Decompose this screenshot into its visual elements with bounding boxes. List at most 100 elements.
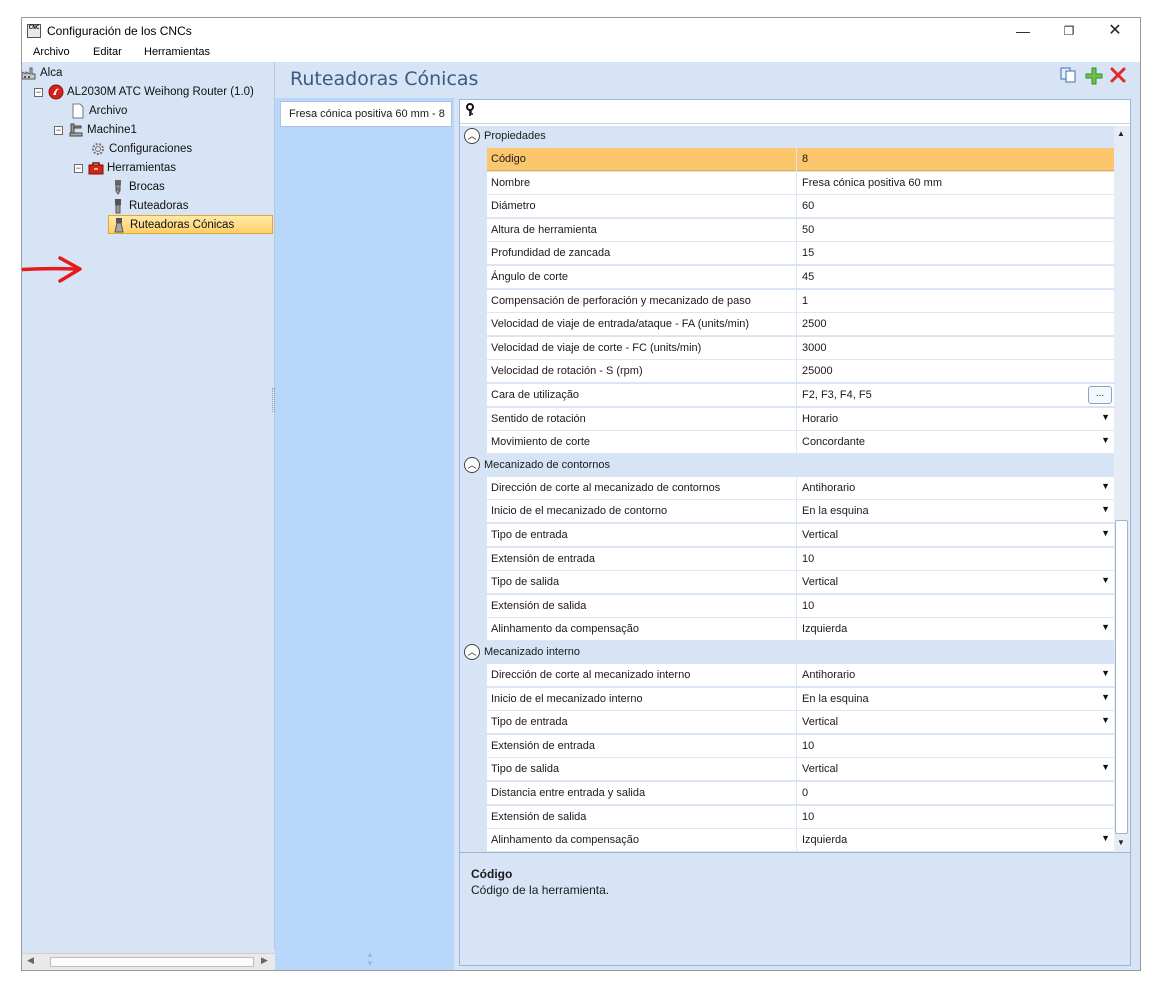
search-input[interactable] xyxy=(480,103,1120,120)
property-value[interactable]: Izquierda xyxy=(802,623,847,635)
property-value[interactable]: Antihorario xyxy=(802,482,855,494)
property-value[interactable]: 10 xyxy=(802,600,814,612)
property-value[interactable]: Concordante xyxy=(802,436,865,448)
dropdown-arrow-icon[interactable]: ▼ xyxy=(1101,622,1110,632)
property-value[interactable]: 1 xyxy=(802,295,808,307)
scroll-right-arrow-icon[interactable]: ▶ xyxy=(261,955,268,966)
property-row[interactable]: Tipo de entrada Vertical ▼ xyxy=(487,524,1114,547)
delete-button[interactable] xyxy=(1108,67,1128,87)
property-value[interactable]: 10 xyxy=(802,811,814,823)
property-row[interactable]: Extensión de salida 10 xyxy=(487,594,1114,618)
property-row[interactable]: Velocidad de viaje de corte - FC (units/… xyxy=(487,336,1114,360)
list-item[interactable]: Fresa cónica positiva 60 mm - 8 xyxy=(280,101,452,127)
property-row[interactable]: Tipo de salida Vertical ▼ xyxy=(487,571,1114,595)
property-value[interactable]: 15 xyxy=(802,247,814,259)
property-row[interactable]: Profundidad de zancada 15 xyxy=(487,242,1114,266)
dropdown-arrow-icon[interactable]: ▼ xyxy=(1101,504,1110,514)
property-value[interactable]: 3000 xyxy=(802,342,826,354)
property-row[interactable]: Código 8 xyxy=(487,148,1114,171)
scroll-thumb[interactable] xyxy=(50,957,254,967)
property-value[interactable]: En la esquina xyxy=(802,505,869,517)
dropdown-arrow-icon[interactable]: ▼ xyxy=(1101,575,1110,585)
maximize-button[interactable]: ❐ xyxy=(1046,18,1092,44)
property-value[interactable]: F2, F3, F4, F5 xyxy=(802,389,872,401)
property-row[interactable]: Inicio de el mecanizado interno En la esq… xyxy=(487,687,1114,711)
property-row[interactable]: Sentido de rotación Horario ▼ xyxy=(487,407,1114,431)
property-row[interactable]: Alinhamento da compensação Izquierda ▼ xyxy=(487,829,1114,853)
grid-vertical-scrollbar[interactable]: ▲ ▼ xyxy=(1114,126,1130,852)
property-value[interactable]: Vertical xyxy=(802,576,838,588)
property-value[interactable]: 50 xyxy=(802,224,814,236)
tree-node-archivo[interactable]: Archivo xyxy=(70,102,127,120)
property-value[interactable]: 10 xyxy=(802,553,814,565)
dropdown-arrow-icon[interactable]: ▼ xyxy=(1101,715,1110,725)
property-row[interactable]: Tipo de entrada Vertical ▼ xyxy=(487,711,1114,735)
dropdown-arrow-icon[interactable]: ▼ xyxy=(1101,668,1110,678)
property-value[interactable]: Vertical xyxy=(802,716,838,728)
property-row[interactable]: Cara de utilização F2, F3, F4, F5... xyxy=(487,384,1114,407)
scroll-up-arrow-icon[interactable]: ▲ xyxy=(1117,129,1125,138)
property-row[interactable]: Extensión de entrada 10 xyxy=(487,734,1114,758)
property-value[interactable]: 2500 xyxy=(802,318,826,330)
property-value[interactable]: 60 xyxy=(802,200,814,212)
collapse-toggle[interactable]: − xyxy=(54,125,63,135)
property-row[interactable]: Ángulo de corte 45 xyxy=(487,266,1114,289)
tree-node-machine-config[interactable]: − AL2030M ATC Weihong Router (1.0) xyxy=(34,83,254,101)
property-value[interactable]: 8 xyxy=(802,153,808,165)
menu-archivo[interactable]: Archivo xyxy=(33,46,70,58)
tree-node-ruteadoras[interactable]: Ruteadoras xyxy=(110,197,188,215)
property-row[interactable]: Inicio de el mecanizado de contorno En la… xyxy=(487,500,1114,524)
property-row[interactable]: Dirección de corte al mecanizado interno… xyxy=(487,664,1114,687)
property-row[interactable]: Velocidad de viaje de entrada/ataque - F… xyxy=(487,313,1114,337)
property-value[interactable]: 0 xyxy=(802,787,808,799)
property-row[interactable]: Altura de herramienta 50 xyxy=(487,218,1114,242)
property-row[interactable]: Nombre Fresa cónica positiva 60 mm xyxy=(487,171,1114,195)
property-value[interactable]: Horario xyxy=(802,413,838,425)
property-row[interactable]: Diámetro 60 xyxy=(487,195,1114,219)
tree-node-machine[interactable]: − Machine1 xyxy=(54,121,137,139)
scroll-thumb[interactable] xyxy=(1115,520,1128,834)
dropdown-arrow-icon[interactable]: ▼ xyxy=(1101,412,1110,422)
tree-node-brocas[interactable]: Brocas xyxy=(110,178,165,196)
property-row[interactable]: Velocidad de rotación - S (rpm) 25000 xyxy=(487,360,1114,384)
property-value[interactable]: Izquierda xyxy=(802,834,847,846)
tree-horizontal-scrollbar[interactable]: ◀ ▶ xyxy=(22,953,275,970)
ellipsis-button[interactable]: ... xyxy=(1088,386,1112,404)
dropdown-arrow-icon[interactable]: ▼ xyxy=(1101,833,1110,843)
dropdown-arrow-icon[interactable]: ▼ xyxy=(1101,692,1110,702)
property-value[interactable]: 25000 xyxy=(802,365,833,377)
property-row[interactable]: Compensación de perforación y mecanizado… xyxy=(487,289,1114,313)
menu-editar[interactable]: Editar xyxy=(93,46,122,58)
property-row[interactable]: Alinhamento da compensação Izquierda ▼ xyxy=(487,618,1114,642)
collapse-toggle[interactable]: − xyxy=(34,87,43,97)
minimize-button[interactable]: — xyxy=(1000,18,1046,44)
property-row[interactable]: Extensión de salida 10 xyxy=(487,805,1114,829)
dropdown-arrow-icon[interactable]: ▼ xyxy=(1101,481,1110,491)
property-row[interactable]: Extensión de entrada 10 xyxy=(487,547,1114,571)
property-row[interactable]: Tipo de salida Vertical ▼ xyxy=(487,758,1114,782)
collapse-category-icon[interactable]: ︿ xyxy=(464,128,480,144)
property-value[interactable]: 45 xyxy=(802,271,814,283)
collapse-toggle[interactable]: − xyxy=(74,163,83,173)
collapse-category-icon[interactable]: ︿ xyxy=(464,456,480,473)
tree-node-configuraciones[interactable]: Configuraciones xyxy=(90,140,192,158)
scroll-down-arrow-icon[interactable]: ▼ xyxy=(1117,838,1125,847)
dropdown-arrow-icon[interactable]: ▼ xyxy=(1101,762,1110,772)
property-value[interactable]: Vertical xyxy=(802,529,838,541)
property-value[interactable]: En la esquina xyxy=(802,693,869,705)
collapse-category-icon[interactable]: ︿ xyxy=(464,644,480,660)
property-row[interactable]: Dirección de corte al mecanizado de cont… xyxy=(487,476,1114,500)
tree-node-ruteadoras-conicas[interactable]: Ruteadoras Cónicas xyxy=(108,215,273,234)
add-button[interactable] xyxy=(1084,67,1104,87)
copy-button[interactable] xyxy=(1058,67,1078,87)
category-header[interactable]: ︿ Propiedades xyxy=(460,126,1114,146)
category-header[interactable]: ︿ Mecanizado de contornos xyxy=(460,454,1114,475)
tree-node-herramientas[interactable]: − Herramientas xyxy=(74,159,176,177)
property-row[interactable]: Movimiento de corte Concordante ▼ xyxy=(487,431,1114,455)
dropdown-arrow-icon[interactable]: ▼ xyxy=(1101,528,1110,538)
close-button[interactable]: ✕ xyxy=(1092,18,1138,44)
category-header[interactable]: ︿ Mecanizado interno xyxy=(460,642,1114,662)
property-value[interactable]: Fresa cónica positiva 60 mm xyxy=(802,177,942,189)
property-value[interactable]: Vertical xyxy=(802,763,838,775)
property-value[interactable]: 10 xyxy=(802,740,814,752)
